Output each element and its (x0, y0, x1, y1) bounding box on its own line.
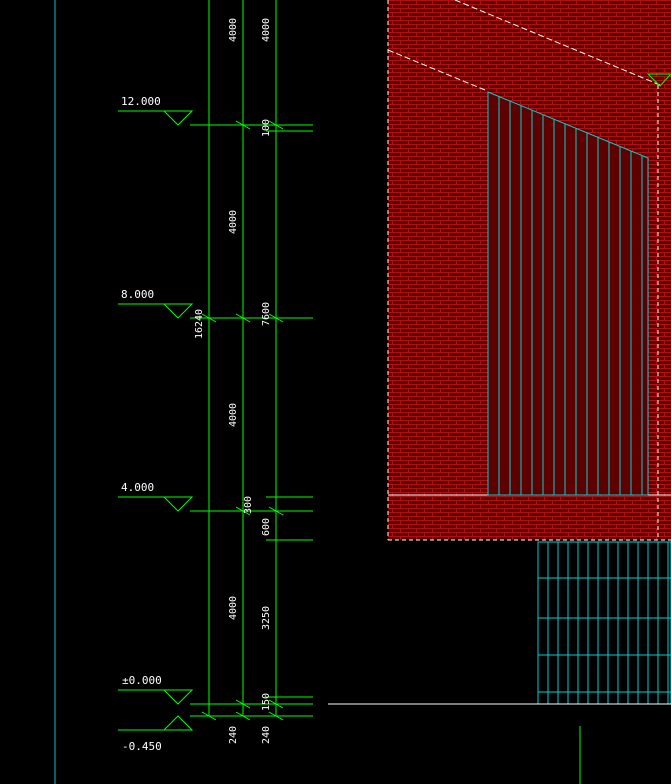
ground-floor-glazing (537, 541, 671, 705)
cad-elevation-drawing: 12.000 8.000 4.000 ±0.000 -0.450 4000 40… (54, 0, 671, 784)
level-8-label: 8.000 (121, 288, 154, 301)
dim-overall: 16240 (194, 309, 205, 339)
dim-outer-base: 240 (261, 726, 272, 744)
dim-outer-top: 4000 (261, 18, 272, 42)
dim-outer-7600: 7600 (261, 302, 272, 326)
dim-inner-top: 4000 (228, 18, 239, 42)
level-0-label: ±0.000 (122, 674, 162, 687)
dim-outer-150: 150 (261, 693, 272, 711)
dim-inner-first: 4000 (228, 596, 239, 620)
dim-outer-600: 600 (261, 518, 272, 536)
curtain-wall-panel (487, 91, 649, 496)
dim-inner-base: 240 (228, 726, 239, 744)
dimension-ticks (190, 120, 313, 721)
level-12-label: 12.000 (121, 95, 161, 108)
dim-outer-3250: 3250 (261, 606, 272, 630)
level-markers (118, 110, 194, 731)
ground-level-triangle-icon (162, 715, 194, 731)
dim-inner-second: 4000 (228, 403, 239, 427)
level-ground-label: -0.450 (122, 740, 162, 753)
dim-inner-third: 4000 (228, 210, 239, 234)
dim-outer-100: 100 (261, 119, 272, 137)
level-4-label: 4.000 (121, 481, 154, 494)
dim-outer-300: 300 (243, 496, 254, 514)
